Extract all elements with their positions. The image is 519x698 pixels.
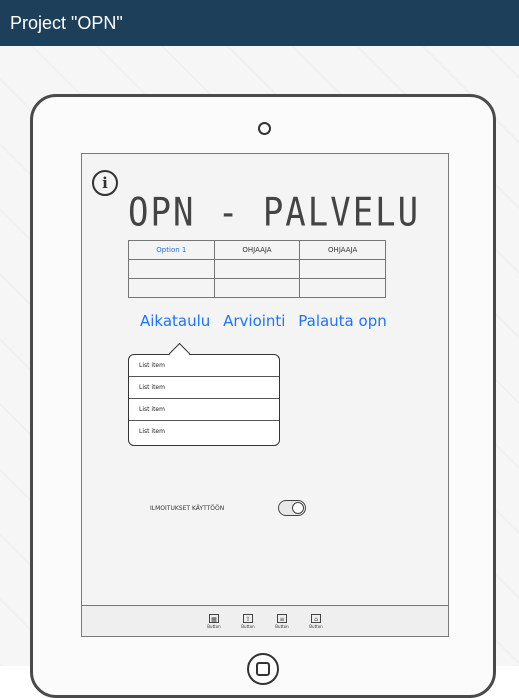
ipad-frame: i OPN - PALVELU Option 1 OHJAAJA OHJAAJA bbox=[30, 94, 496, 698]
table-row: Option 1 OHJAAJA OHJAAJA bbox=[128, 240, 386, 260]
table-cell bbox=[128, 259, 215, 279]
ipad-screen: i OPN - PALVELU Option 1 OHJAAJA OHJAAJA bbox=[81, 153, 449, 637]
calendar-icon: ▦ bbox=[209, 613, 219, 623]
app-title-bar: Project "OPN" bbox=[0, 0, 519, 46]
list-item[interactable]: List item bbox=[129, 355, 279, 377]
tab-aikataulu[interactable]: Aikataulu bbox=[140, 312, 210, 330]
page-title: OPN - PALVELU bbox=[128, 190, 421, 236]
table-cell bbox=[128, 278, 215, 298]
notifications-toggle[interactable] bbox=[278, 500, 307, 516]
list-item[interactable]: List item bbox=[129, 421, 279, 443]
bottom-button-3[interactable]: ≡ Button bbox=[271, 613, 293, 629]
bottom-toolbar: ▦ Button ⇧ Button ≡ Button ⌂ Button bbox=[82, 605, 448, 636]
info-icon[interactable]: i bbox=[92, 170, 118, 196]
document-icon: ≡ bbox=[277, 613, 287, 623]
list-item[interactable]: List item bbox=[129, 377, 279, 399]
list-item[interactable]: List item bbox=[129, 399, 279, 421]
upload-icon: ⇧ bbox=[243, 613, 253, 623]
notifications-row: ILMOITUKSET KÄYTTÖÖN bbox=[150, 500, 307, 516]
table-cell bbox=[213, 259, 301, 279]
table-cell: OHJAAJA bbox=[213, 240, 301, 260]
tab-palauta-opn[interactable]: Palauta opn bbox=[298, 312, 386, 330]
bottom-button-2[interactable]: ⇧ Button bbox=[237, 613, 259, 629]
mockup-canvas: i OPN - PALVELU Option 1 OHJAAJA OHJAAJA bbox=[0, 46, 519, 698]
home-button[interactable] bbox=[247, 653, 279, 685]
home-square-icon bbox=[256, 662, 270, 676]
toggle-knob bbox=[292, 502, 305, 514]
table-cell[interactable]: Option 1 bbox=[128, 240, 215, 260]
table-cell bbox=[299, 278, 386, 298]
table-row bbox=[128, 259, 386, 279]
options-table: Option 1 OHJAAJA OHJAAJA bbox=[128, 240, 386, 298]
bottom-button-1[interactable]: ▦ Button bbox=[203, 613, 225, 629]
table-cell bbox=[299, 259, 386, 279]
table-cell: OHJAAJA bbox=[299, 240, 386, 260]
popover-list: List item List item List item List item bbox=[128, 342, 280, 446]
bottom-button-4[interactable]: ⌂ Button bbox=[305, 613, 327, 629]
notifications-label: ILMOITUKSET KÄYTTÖÖN bbox=[150, 504, 225, 512]
table-cell bbox=[213, 278, 301, 298]
tab-bar: Aikataulu Arviointi Palauta opn bbox=[140, 312, 395, 330]
camera-icon bbox=[258, 122, 271, 135]
project-title: Project "OPN" bbox=[10, 12, 123, 33]
table-row bbox=[128, 278, 386, 298]
home-icon: ⌂ bbox=[311, 613, 321, 623]
tab-arviointi[interactable]: Arviointi bbox=[223, 312, 285, 330]
